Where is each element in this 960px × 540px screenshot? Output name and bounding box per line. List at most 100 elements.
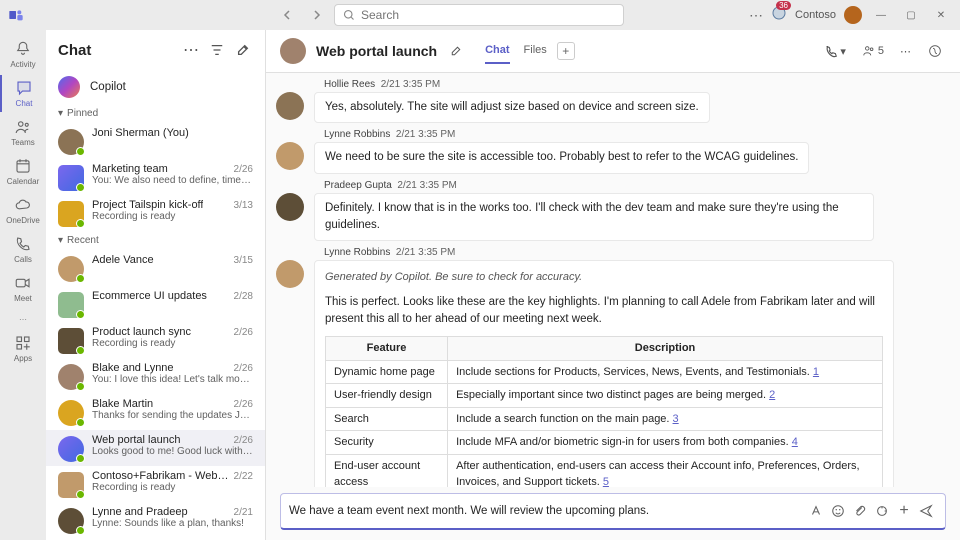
chat-item-title: Marketing team xyxy=(92,163,168,175)
add-tab-button[interactable]: + xyxy=(557,42,575,60)
chat-list-item[interactable]: Adele Vance3/15 xyxy=(46,250,265,286)
video-icon xyxy=(14,274,32,292)
call-button[interactable]: ▾ xyxy=(821,41,849,61)
message-list: Hollie Rees 2/21 3:35 PM Yes, absolutely… xyxy=(266,73,960,487)
msg-body: Yes, absolutely. The site will adjust si… xyxy=(314,92,710,123)
teams-logo-icon xyxy=(8,7,24,23)
chat-item-timestamp: 2/22 xyxy=(234,471,253,482)
format-button[interactable] xyxy=(805,500,827,522)
nav-forward-button[interactable] xyxy=(306,5,326,25)
pencil-icon xyxy=(450,45,462,57)
rail-label: Calendar xyxy=(7,177,39,186)
chat-list-item[interactable]: Ecommerce UI updates2/28 xyxy=(46,286,265,322)
phone-icon xyxy=(14,235,32,253)
copilot-pane-button[interactable] xyxy=(924,40,946,62)
current-user-avatar[interactable] xyxy=(844,6,862,24)
chat-item-timestamp: 2/26 xyxy=(234,435,253,446)
more-button[interactable]: ⋯ xyxy=(749,7,763,24)
emoji-button[interactable] xyxy=(827,500,849,522)
chat-item-timestamp: 2/28 xyxy=(234,291,253,302)
chat-list-item[interactable]: Marketing team 2/26You: We also need to d… xyxy=(46,159,265,195)
participant-count: 5 xyxy=(878,45,884,57)
reference-link[interactable]: 1 xyxy=(813,366,819,378)
loop-button[interactable] xyxy=(871,500,893,522)
tab-chat[interactable]: Chat xyxy=(485,38,509,64)
chat-item-preview: Looks good to me! Good luck with your ca… xyxy=(92,446,253,457)
chat-list-item[interactable]: Blake and Lynne2/26You: I love this idea… xyxy=(46,358,265,394)
chat-item-preview: You: We also need to define, timeline an… xyxy=(92,175,253,186)
composer-input[interactable]: We have a team event next month. We will… xyxy=(280,493,946,530)
chat-header-more-button[interactable]: ⋯ xyxy=(897,42,914,61)
notifications-button[interactable]: 36 xyxy=(771,5,787,26)
chat-list-item[interactable]: Contoso+Fabrikam - Web portal ki…2/22Rec… xyxy=(46,466,265,502)
chat-list-item[interactable]: Blake Martin2/26Thanks for sending the u… xyxy=(46,394,265,430)
reference-link[interactable]: 3 xyxy=(673,413,679,425)
search-box[interactable] xyxy=(334,4,624,26)
window-maximize-button[interactable]: ▢ xyxy=(900,4,922,26)
chat-avatar xyxy=(280,38,306,64)
chat-list-panel: Chat ⋯ Copilot ▾Pinned Joni Sherman (You… xyxy=(46,30,266,540)
chat-list-more-button[interactable]: ⋯ xyxy=(181,40,201,60)
bell-icon xyxy=(14,40,32,58)
msg-sender: Lynne Robbins xyxy=(324,247,390,258)
chat-filter-button[interactable] xyxy=(207,40,227,60)
window-close-button[interactable]: ✕ xyxy=(930,4,952,26)
chat-header: Web portal launch Chat Files + ▾ 5 ⋯ xyxy=(266,30,960,73)
feature-cell: User-friendly design xyxy=(326,384,448,408)
chat-item-timestamp: 2/26 xyxy=(234,164,253,175)
chat-list-item[interactable]: Joni Sherman (You) xyxy=(46,123,265,159)
description-cell: After authentication, end-users can acce… xyxy=(448,454,883,487)
composer-text[interactable]: We have a team event next month. We will… xyxy=(289,505,805,517)
msg-timestamp: 2/21 3:35 PM xyxy=(396,247,455,258)
message-composer: We have a team event next month. We will… xyxy=(280,493,946,530)
table-row: User-friendly designEspecially important… xyxy=(326,384,883,408)
emoji-icon xyxy=(831,504,845,518)
rail-apps[interactable]: Apps xyxy=(0,330,46,367)
feature-cell: Security xyxy=(326,431,448,455)
presence-indicator xyxy=(76,310,85,319)
pinned-section-header[interactable]: ▾Pinned xyxy=(46,104,265,123)
edit-title-button[interactable] xyxy=(447,42,465,60)
search-input[interactable] xyxy=(361,8,615,22)
rail-label: Chat xyxy=(16,99,33,108)
send-button[interactable] xyxy=(915,500,937,522)
copilot-icon xyxy=(58,76,80,98)
rail-calendar[interactable]: Calendar xyxy=(0,153,46,190)
chat-list-item[interactable]: Lynne and Pradeep2/21Lynne: Sounds like … xyxy=(46,502,265,538)
window-minimize-button[interactable]: — xyxy=(870,4,892,26)
phone-icon xyxy=(824,44,838,58)
chat-list-item[interactable]: Product launch sync2/26Recording is read… xyxy=(46,322,265,358)
avatar xyxy=(276,193,304,221)
reference-link[interactable]: 4 xyxy=(792,436,798,448)
feature-cell: Dynamic home page xyxy=(326,360,448,384)
reference-link[interactable]: 5 xyxy=(603,476,609,487)
participants-button[interactable]: 5 xyxy=(859,41,887,61)
rail-activity[interactable]: Activity xyxy=(0,36,46,73)
more-compose-button[interactable]: + xyxy=(893,500,915,522)
reference-link[interactable]: 2 xyxy=(769,389,775,401)
table-row: Dynamic home pageInclude sections for Pr… xyxy=(326,360,883,384)
tab-files[interactable]: Files xyxy=(524,38,547,64)
msg-body: We need to be sure the site is accessibl… xyxy=(314,142,809,173)
app-rail: Activity Chat Teams Calendar OneDrive Ca… xyxy=(0,30,46,540)
nav-back-button[interactable] xyxy=(278,5,298,25)
new-chat-button[interactable] xyxy=(233,40,253,60)
rail-onedrive[interactable]: OneDrive xyxy=(0,192,46,229)
chat-item-preview: You: I love this idea! Let's talk more n… xyxy=(92,374,253,385)
rail-teams[interactable]: Teams xyxy=(0,114,46,151)
rail-label: Teams xyxy=(11,138,35,147)
rail-meet[interactable]: Meet xyxy=(0,270,46,307)
description-cell: Include MFA and/or biometric sign-in for… xyxy=(448,431,883,455)
rail-more[interactable]: ⋯ xyxy=(0,311,46,328)
copilot-chat-item[interactable]: Copilot xyxy=(46,70,265,104)
recent-section-header[interactable]: ▾Recent xyxy=(46,231,265,250)
avatar xyxy=(58,165,84,191)
rail-chat[interactable]: Chat xyxy=(0,75,46,112)
attach-button[interactable] xyxy=(849,500,871,522)
chat-item-title: Contoso+Fabrikam - Web portal ki… xyxy=(92,470,230,482)
chat-list-item[interactable]: Web portal launch2/26Looks good to me! G… xyxy=(46,430,265,466)
chat-list-title: Chat xyxy=(58,42,175,59)
chat-item-title: Blake Martin xyxy=(92,398,153,410)
chat-list-item[interactable]: Project Tailspin kick-off3/13Recording i… xyxy=(46,195,265,231)
rail-calls[interactable]: Calls xyxy=(0,231,46,268)
